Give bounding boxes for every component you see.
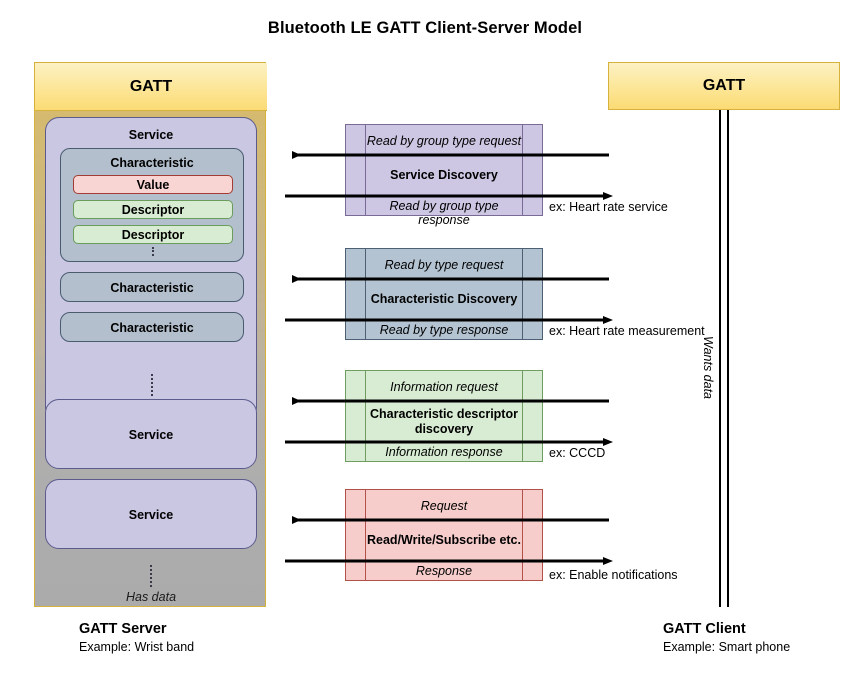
service-label-3: Service [128,508,174,522]
server-caption-subtitle: Example: Wrist band [79,640,195,654]
message-example-label-4: ex: Enable notifications [549,568,678,582]
server-footnote: Has data [125,590,177,604]
client-caption-title: GATT Client [663,621,746,637]
message-response-label-4: Response [415,564,473,578]
message-request-label-4: Request [420,499,468,513]
service-box-1: Service Characteristic Value Descriptor … [45,117,257,421]
message-request-label-1: Read by group type request [366,134,522,148]
message-example-label-2: ex: Heart rate measurement [549,324,705,338]
message-middle-label-1: Service Discovery [390,168,498,182]
characteristic-label-2: Characteristic [110,281,194,295]
message-response-label-2: Read by type response [379,323,509,337]
gatt-client-server-diagram: Bluetooth LE GATT Client-Server Model GA… [0,0,850,681]
message-block-2: Read by type request Characteristic Disc… [345,248,543,340]
service-label-2: Service [128,428,174,442]
service-ellipsis-icon [151,374,153,396]
server-gatt-header: GATT [35,63,267,111]
message-divider-right-3 [522,371,523,461]
message-middle-label-3: Characteristic descriptor discovery [370,407,518,436]
descriptor-box-1: Descriptor [73,200,233,219]
message-divider-right-1 [522,125,523,215]
page-title: Bluetooth LE GATT Client-Server Model [267,19,583,37]
message-divider-right-2 [522,249,523,339]
characteristic-box-3: Characteristic [60,312,244,342]
message-response-label-1: Read by group type response [389,199,499,227]
characteristic-ellipsis-icon [152,247,154,256]
client-gatt-header: GATT [608,62,840,110]
message-divider-right-4 [522,490,523,580]
message-request-label-3: Information request [390,380,498,394]
client-lifeline [719,110,729,607]
client-caption-subtitle: Example: Smart phone [663,640,791,654]
client-link-label: Wants data [701,336,715,400]
message-block-4: Request Read/Write/Subscribe etc. Respon… [345,489,543,581]
characteristic-box-1: Characteristic Value Descriptor Descript… [60,148,244,262]
message-middle-label-2: Characteristic Discovery [370,292,518,306]
message-middle-label-4: Read/Write/Subscribe etc. [367,533,521,547]
gatt-server-panel: GATT Service Characteristic Value Descri… [34,62,267,607]
characteristic-label-3: Characteristic [110,321,194,335]
message-block-3: Information request Characteristic descr… [345,370,543,462]
message-example-label-1: ex: Heart rate service [549,200,668,214]
client-caption: GATT Client Example: Smart phone [663,620,790,656]
server-ellipsis-icon [150,565,152,587]
server-caption-title: GATT Server [79,621,167,637]
descriptor-box-2: Descriptor [73,225,233,244]
service-label-1: Service [128,128,174,142]
server-caption: GATT Server Example: Wrist band [79,620,194,656]
message-response-label-3: Information response [385,445,503,459]
message-example-label-3: ex: CCCD [549,446,606,460]
message-request-label-2: Read by type request [384,258,504,272]
characteristic-label-1: Characteristic [110,156,194,170]
service-box-2: Service [45,399,257,469]
message-block-1: Read by group type request Service Disco… [345,124,543,227]
value-box: Value [73,175,233,194]
service-box-3: Service [45,479,257,549]
characteristic-box-2: Characteristic [60,272,244,302]
